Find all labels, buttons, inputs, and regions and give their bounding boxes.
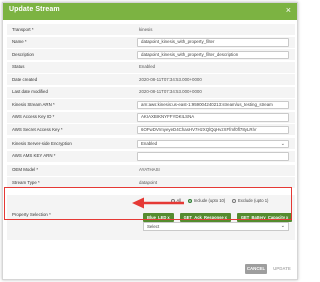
kms-key-row: AWS AMS KEY ARN * (7, 150, 295, 163)
status-value: Enabled (139, 64, 156, 70)
radio-circle-selected (188, 198, 193, 203)
aws-access-key-input[interactable]: AKIAXBIKNYFFYDKILSNA (137, 113, 289, 122)
dialog-title: Update Stream (9, 6, 60, 13)
chip-remove-icon[interactable]: x (286, 215, 288, 220)
kms-key-input[interactable] (137, 152, 289, 161)
chip-remove-icon[interactable]: x (225, 215, 227, 220)
aws-secret-key-row: AWS Secret Access Key * 6OFwDVrmyeyeD4Ch… (7, 124, 295, 136)
property-selection-label: Property Selection * (12, 212, 51, 217)
last-modified-value: 2020-08-11T07:34:53.000+0000 (139, 89, 202, 95)
cancel-button[interactable]: CANCEL (245, 264, 267, 274)
encryption-select[interactable]: Enabled ⌄ (137, 139, 289, 148)
aws-secret-key-label: AWS Secret Access Key * (12, 126, 63, 132)
stream-type-row: Stream Type * datapoint (7, 177, 295, 189)
chevron-down-icon: ⌄ (280, 223, 285, 229)
date-created-label: Date created (12, 76, 38, 82)
status-label: Status (12, 64, 25, 70)
description-input[interactable]: datapoint_kinesis_with_property_filter_d… (137, 50, 289, 59)
date-created-value: 2020-08-11T07:34:53.000+0000 (139, 76, 202, 82)
property-chip: GET_Ack_Responsex (179, 213, 231, 222)
oem-model-value: AYATHASI (139, 167, 160, 173)
aws-secret-key-input[interactable]: 6OFwDVrmyeyeD4ChasHV7HzXQlQqHvzXFfmf0fl7… (137, 125, 289, 134)
chevron-down-icon: ⌄ (280, 140, 285, 147)
name-row: Name * datapoint_kinesis_with_property_f… (7, 36, 295, 49)
radio-include[interactable]: Include (upto 10) (188, 198, 225, 203)
transport-label: Transport * (12, 26, 34, 32)
stream-type-value: datapoint (139, 179, 158, 185)
last-modified-row: Last date modified 2020-08-11T07:34:53.0… (7, 86, 295, 99)
property-chip: GET_Battery_Capacityx (236, 213, 293, 222)
description-label: Description (12, 51, 34, 57)
last-modified-label: Last date modified (12, 89, 48, 95)
radio-exclude-label: Exclude (upto 1) (237, 198, 269, 203)
oem-model-row: OEM Model * AYATHASI (7, 164, 295, 177)
radio-include-label: Include (upto 10) (193, 198, 226, 203)
description-row: Description datapoint_kinesis_with_prope… (7, 49, 295, 61)
radio-exclude[interactable]: Exclude (upto 1) (232, 198, 268, 203)
date-created-row: Date created 2020-08-11T07:34:53.000+000… (7, 74, 295, 86)
transport-value: kinesis (139, 26, 153, 32)
chip-label: GET_Ack_Response (183, 215, 224, 220)
kinesis-arn-row: Kinesis Stream ARN * arn:aws:kinesis:us-… (7, 99, 295, 111)
chip-label: GET_Battery_Capacity (240, 215, 285, 220)
encryption-row: Kinesis Server-side Encryption Enabled ⌄ (7, 138, 295, 150)
encryption-label: Kinesis Server-side Encryption (12, 140, 72, 146)
update-stream-dialog: Update Stream × Transport * kinesis Name… (2, 2, 298, 280)
update-button[interactable]: UPDATE (270, 264, 294, 274)
annotation-arrow-icon (132, 197, 184, 209)
oem-model-label: OEM Model * (12, 167, 39, 173)
property-mode-radios: All Include (upto 10) Exclude (upto 1) (171, 198, 274, 203)
chip-label: Blue_LED (147, 215, 167, 220)
kinesis-arn-input[interactable]: arn:aws:kinesis:us-east-1:959004240213:s… (137, 100, 289, 109)
aws-access-key-label: AWS Access Key ID * (12, 114, 55, 120)
kinesis-arn-label: Kinesis Stream ARN * (12, 101, 55, 107)
encryption-select-value: Enabled (141, 140, 158, 146)
kms-key-label: AWS AMS KEY ARN * (12, 153, 56, 159)
property-chip: Blue_LEDx (143, 213, 174, 222)
dialog-footer: CANCEL UPDATE (3, 259, 297, 279)
dialog-header: Update Stream × (3, 3, 297, 20)
chip-remove-icon[interactable]: x (167, 215, 169, 220)
status-row: Status Enabled (7, 61, 295, 74)
name-input[interactable]: datapoint_kinesis_with_property_filter (137, 38, 289, 47)
transport-row: Transport * kinesis (7, 24, 295, 36)
close-icon[interactable]: × (286, 5, 291, 16)
property-select-placeholder: Select (147, 224, 160, 229)
radio-circle (232, 198, 237, 203)
name-label: Name * (12, 39, 27, 45)
stream-type-label: Stream Type * (12, 179, 40, 185)
property-select[interactable]: Select ⌄ (143, 222, 289, 231)
aws-access-key-row: AWS Access Key ID * AKIAXBIKNYFFYDKILSNA (7, 111, 295, 124)
